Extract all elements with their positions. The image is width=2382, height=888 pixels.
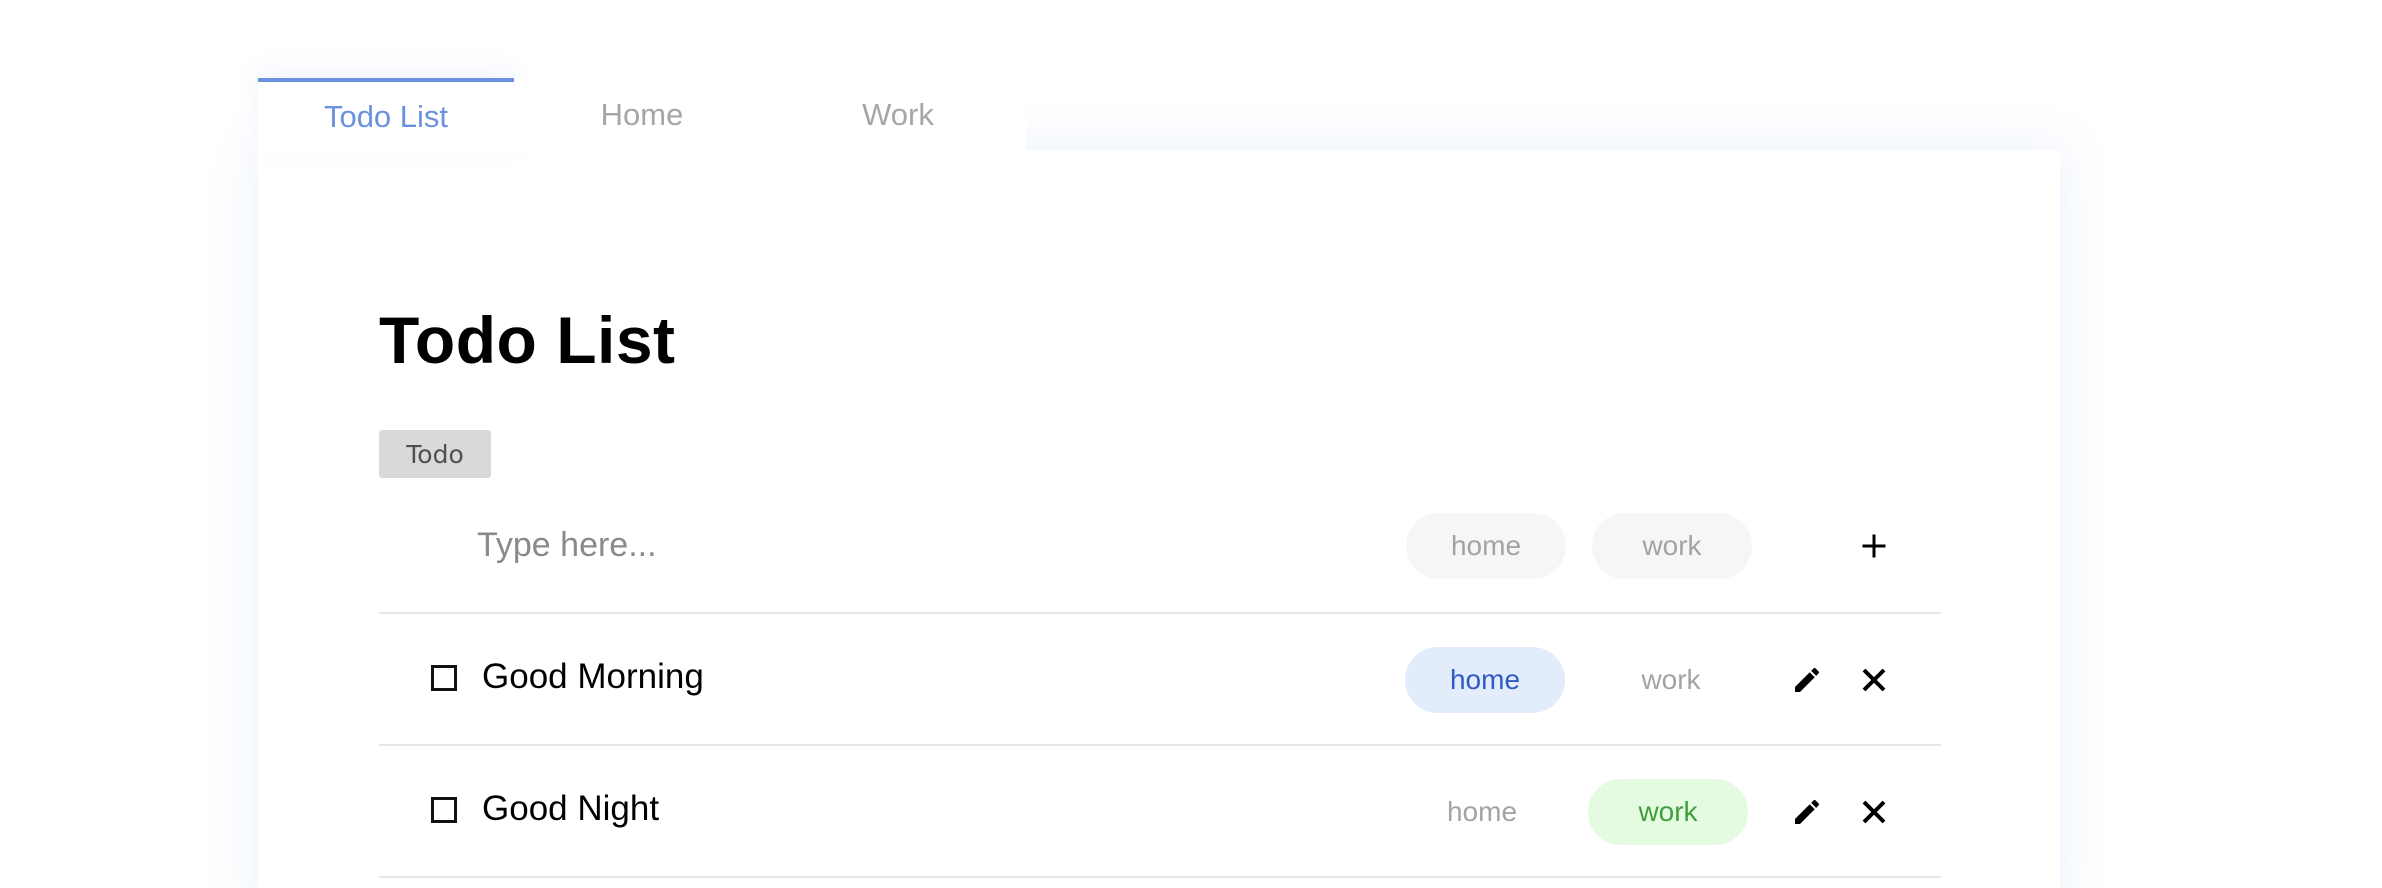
todo-tag-home[interactable]: home bbox=[1402, 779, 1562, 845]
pencil-icon bbox=[1795, 667, 1820, 692]
todo-item: Good Night home work bbox=[379, 746, 1941, 878]
tab-home[interactable]: Home bbox=[514, 78, 770, 152]
todo-badge: Todo bbox=[379, 430, 491, 478]
delete-todo-button[interactable] bbox=[1852, 658, 1896, 702]
todo-panel: Todo List Todo home work Good Morning ho… bbox=[258, 150, 2060, 888]
pencil-icon bbox=[1795, 799, 1820, 824]
new-todo-input[interactable] bbox=[477, 510, 1177, 580]
new-todo-tag-work[interactable]: work bbox=[1592, 513, 1752, 579]
todo-item: Good Morning home work bbox=[379, 614, 1941, 746]
close-icon bbox=[1862, 668, 1886, 692]
tab-todo-list[interactable]: Todo List bbox=[258, 78, 514, 152]
todo-app: Todo List Home Work Todo List Todo home … bbox=[0, 0, 2382, 888]
new-todo-tag-home[interactable]: home bbox=[1406, 513, 1566, 579]
add-todo-button[interactable] bbox=[1852, 524, 1896, 568]
delete-todo-button[interactable] bbox=[1852, 790, 1896, 834]
plus-icon bbox=[1862, 534, 1886, 558]
todo-item-text: Good Night bbox=[482, 789, 660, 828]
close-icon bbox=[1862, 800, 1886, 824]
edit-todo-button[interactable] bbox=[1785, 790, 1829, 834]
tab-work[interactable]: Work bbox=[770, 78, 1026, 152]
todo-item-text: Good Morning bbox=[482, 657, 704, 696]
page-title: Todo List bbox=[379, 303, 676, 377]
tab-bar: Todo List Home Work bbox=[258, 78, 1026, 152]
todo-tag-work[interactable]: work bbox=[1588, 779, 1748, 845]
new-todo-row: home work bbox=[379, 496, 1941, 614]
todo-tag-work[interactable]: work bbox=[1591, 647, 1751, 713]
todo-checkbox[interactable] bbox=[431, 665, 457, 691]
todo-tag-home[interactable]: home bbox=[1405, 647, 1565, 713]
todo-checkbox[interactable] bbox=[431, 797, 457, 823]
edit-todo-button[interactable] bbox=[1785, 658, 1829, 702]
